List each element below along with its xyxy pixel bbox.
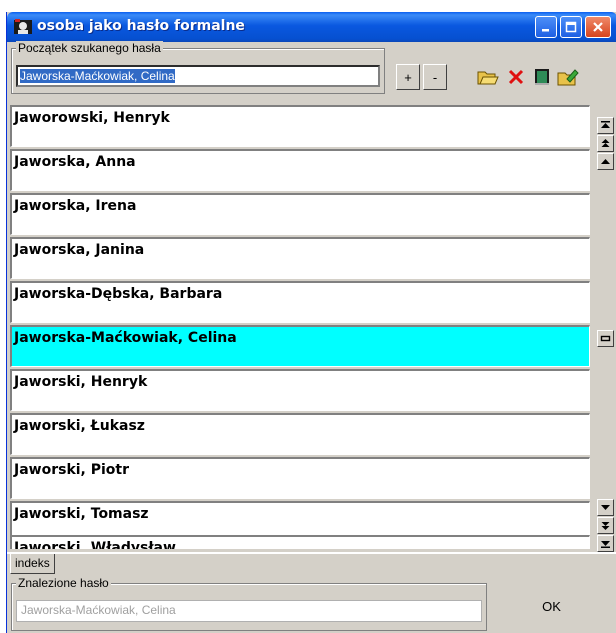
delete-button[interactable] <box>503 64 529 90</box>
list-item[interactable]: Jaworska, Irena <box>10 193 590 235</box>
page-up-button[interactable] <box>597 135 614 152</box>
double-up-icon <box>601 139 610 147</box>
open-button[interactable] <box>475 64 501 90</box>
up-icon <box>601 159 610 164</box>
search-group: Początek szukanego hasła Jaworska-Maćkow… <box>11 41 385 94</box>
next-button[interactable] <box>597 499 614 516</box>
list-item[interactable]: Jaworowski, Henryk <box>10 105 590 147</box>
found-group: Znalezione hasło Jaworska-Maćkowiak, Cel… <box>11 576 487 631</box>
first-page-button[interactable] <box>597 117 614 134</box>
current-button[interactable] <box>597 330 614 347</box>
page-down-button[interactable] <box>597 517 614 534</box>
last-icon <box>601 541 610 548</box>
book-icon <box>535 69 549 85</box>
tab-indeks[interactable]: indeks <box>10 554 55 574</box>
last-page-button[interactable] <box>597 535 614 552</box>
list-item[interactable]: Jaworski, Piotr <box>10 457 590 499</box>
list-item[interactable]: Jaworska, Anna <box>10 149 590 191</box>
first-icon <box>601 121 610 128</box>
app-icon <box>14 19 32 34</box>
maximize-button[interactable] <box>560 16 582 38</box>
close-icon <box>593 22 603 32</box>
plus-button[interactable]: + <box>396 64 420 90</box>
title-bar[interactable]: osoba jako hasło formalne <box>7 12 616 42</box>
double-down-icon <box>601 522 610 530</box>
ok-button[interactable]: OK <box>489 581 614 631</box>
found-field[interactable]: Jaworska-Maćkowiak, Celina <box>16 600 482 622</box>
window: osoba jako hasło formalne Początek szuka… <box>6 12 616 633</box>
edit-icon <box>557 69 579 86</box>
list-item[interactable]: Jaworski, Władysław <box>10 535 590 549</box>
list-item[interactable]: Jaworska, Janina <box>10 237 590 279</box>
tab-strip <box>7 552 616 554</box>
minus-button[interactable]: - <box>423 64 447 90</box>
prior-button[interactable] <box>597 153 614 170</box>
list-item-selected[interactable]: Jaworska-Maćkowiak, Celina <box>10 325 590 367</box>
search-legend: Początek szukanego hasła <box>16 41 163 55</box>
edit-button[interactable] <box>555 64 581 90</box>
list-item[interactable]: Jaworski, Henryk <box>10 369 590 411</box>
minimize-icon <box>542 29 549 32</box>
window-title: osoba jako hasło formalne <box>37 18 245 34</box>
list-item[interactable]: Jaworski, Łukasz <box>10 413 590 455</box>
search-value: Jaworska-Maćkowiak, Celina <box>20 69 175 83</box>
search-input[interactable]: Jaworska-Maćkowiak, Celina <box>16 65 380 87</box>
open-folder-icon <box>477 71 499 85</box>
list-item[interactable]: Jaworska-Dębska, Barbara <box>10 281 590 323</box>
delete-icon <box>508 69 524 85</box>
found-legend: Znalezione hasło <box>16 576 111 590</box>
results-list[interactable]: Jaworowski, Henryk Jaworska, Anna Jawors… <box>10 105 590 549</box>
bookmark-icon <box>600 335 611 342</box>
minimize-button[interactable] <box>535 16 557 38</box>
maximize-icon <box>565 21 577 33</box>
close-button[interactable] <box>585 16 611 38</box>
book-button[interactable] <box>529 64 555 90</box>
down-icon <box>601 505 610 510</box>
